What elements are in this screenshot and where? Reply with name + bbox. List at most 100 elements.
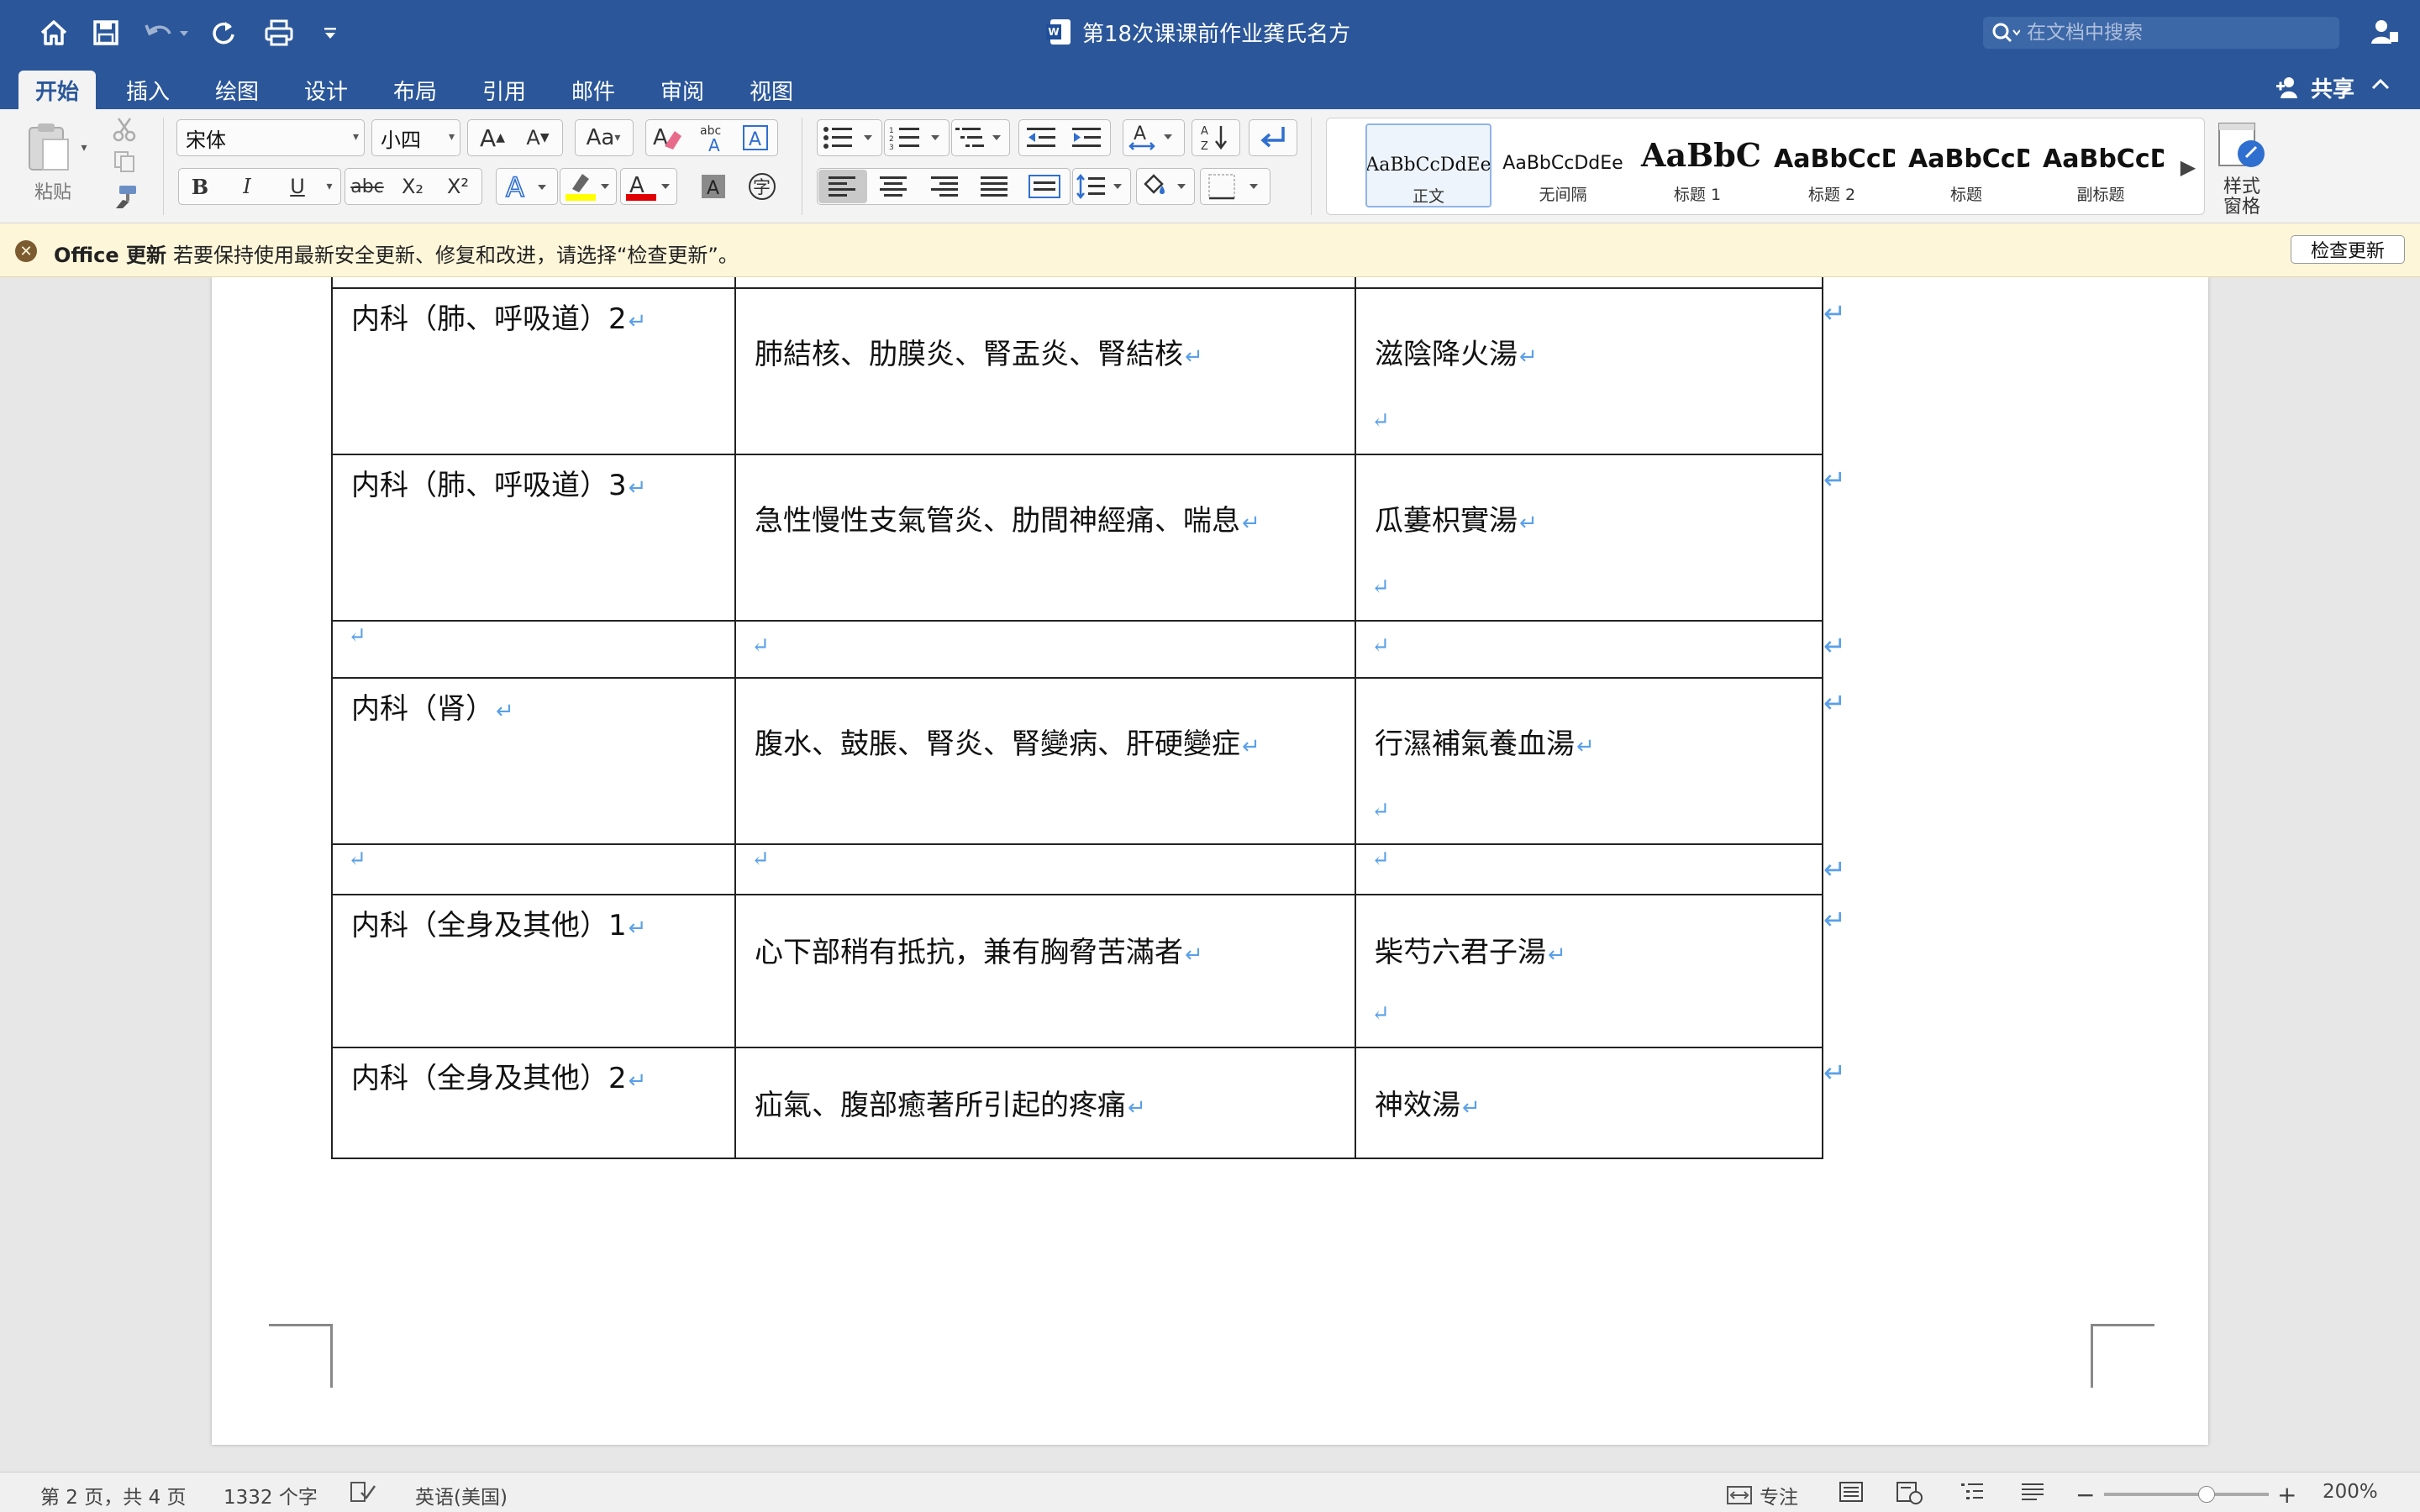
table-cell[interactable]: 神效湯↵ [1355,1047,1823,1159]
table-row[interactable]: 内科（肺、呼吸道）2↵ 肺結核、肋膜炎、腎盂炎、腎結核↵ 滋陰降火湯↵ ↵ [331,287,1823,455]
table-cell[interactable]: 瓜蔞枳實湯↵ ↵ [1355,454,1823,622]
table-row[interactable]: 内科（肾）↵ 腹水、鼓脹、腎炎、腎變病、肝硬變症↵ 行濕補氣養血湯↵ ↵ [331,677,1823,845]
paragraph-shading-icon[interactable] [1138,170,1193,203]
table-cell[interactable] [331,277,736,289]
underline-dropdown-icon[interactable]: ▾ [321,170,338,203]
search-box[interactable] [1983,17,2339,49]
table-cell[interactable]: 疝氣、腹部癒著所引起的疼痛↵ [734,1047,1356,1159]
font-color-icon[interactable]: A [622,170,676,203]
text-direction-icon[interactable]: A [1124,121,1183,155]
table-cell[interactable]: 内科（肾）↵ [331,677,736,845]
font-size-select[interactable]: 小四 ▾ [371,119,460,156]
save-icon[interactable] [89,15,123,50]
style-no-spacing[interactable]: AaBbCcDdEe 无间隔 [1500,123,1626,207]
text-effects-icon[interactable]: A [499,170,555,203]
table-cell[interactable]: 心下部稍有抵抗，兼有胸脅苦滿者↵ [734,894,1356,1048]
customize-toolbar-icon[interactable] [318,15,343,50]
numbering-icon[interactable]: 123 [886,121,948,155]
zoom-in-button[interactable]: + [2277,1481,2296,1509]
table-cell[interactable]: ↵ [331,620,736,679]
style-subtitle[interactable]: AaBbCcD 副标题 [2038,123,2164,207]
style-heading-2[interactable]: AaBbCcD 标题 2 [1769,123,1895,207]
enclose-characters-icon[interactable]: 字 [743,170,781,203]
sort-icon[interactable]: AZ [1193,121,1239,155]
print-layout-view-icon[interactable] [1839,1481,1864,1503]
show-paragraph-marks-icon[interactable] [1250,121,1296,155]
grow-font-button[interactable]: A ▲ [471,121,514,155]
table-cell[interactable]: 柴芍六君子湯↵ ↵ [1355,894,1823,1048]
search-input[interactable] [2027,22,2329,44]
table-cell[interactable]: ↵ [1355,843,1823,895]
tab-references[interactable]: 引用 [466,71,543,109]
decrease-indent-icon[interactable] [1020,121,1064,155]
table-cell[interactable]: ↵ [331,843,736,895]
superscript-button[interactable]: X² [437,170,479,203]
tab-draw[interactable]: 绘图 [198,71,276,109]
redo-icon[interactable] [207,15,240,50]
table-cell[interactable]: 滋陰降火湯↵ ↵ [1355,287,1823,455]
undo-icon[interactable] [141,15,192,50]
format-painter-icon[interactable] [108,180,141,213]
table-cell[interactable]: 内科（肺、呼吸道）3↵ [331,454,736,622]
character-border-icon[interactable]: A [736,121,775,155]
line-spacing-icon[interactable] [1074,170,1129,203]
increase-indent-icon[interactable] [1065,121,1109,155]
tab-insert[interactable]: 插入 [109,71,187,109]
check-update-button[interactable]: 检查更新 [2291,235,2405,264]
table-cell[interactable]: 内科（肺、呼吸道）2↵ [331,287,736,455]
table-cell[interactable]: 行濕補氣養血湯↵ ↵ [1355,677,1823,845]
tab-review[interactable]: 审阅 [644,71,721,109]
style-normal[interactable]: AaBbCcDdEe 正文 [1365,123,1491,207]
document-page[interactable]: 内科（肺、呼吸道）2↵ 肺結核、肋膜炎、腎盂炎、腎結核↵ 滋陰降火湯↵ ↵ 内科（… [212,277,2208,1445]
styles-more-icon[interactable]: ▶ [2175,150,2201,184]
table-row[interactable]: ↵ ↵ ↵ [331,843,1823,895]
table-row[interactable]: 内科（肺、呼吸道）3↵ 急性慢性支氣管炎、肋間神經痛、喘息↵ 瓜蔞枳實湯↵ ↵ [331,454,1823,622]
table-row[interactable] [331,277,1823,289]
underline-button[interactable]: U [274,170,321,203]
table-row[interactable]: 内科（全身及其他）2↵ 疝氣、腹部癒著所引起的疼痛↵ 神效湯↵ [331,1047,1823,1159]
shrink-font-button[interactable]: A ▼ [516,121,560,155]
distributed-icon[interactable] [1020,170,1069,203]
table-cell[interactable]: 腹水、鼓脹、腎炎、腎變病、肝硬變症↵ [734,677,1356,845]
close-icon[interactable]: ✕ [15,240,37,262]
tab-mailings[interactable]: 邮件 [555,71,632,109]
copy-icon[interactable] [108,146,141,176]
table-cell[interactable]: ↵ [1355,620,1823,679]
table-cell[interactable]: 肺結核、肋膜炎、腎盂炎、腎結核↵ [734,287,1356,455]
cut-icon[interactable] [108,113,141,146]
document-canvas[interactable]: 内科（肺、呼吸道）2↵ 肺結核、肋膜炎、腎盂炎、腎結核↵ 滋陰降火湯↵ ↵ 内科（… [0,277,2420,1472]
zoom-level[interactable]: 200% [2323,1481,2378,1503]
web-layout-view-icon[interactable] [1896,1481,1924,1504]
font-name-select[interactable]: 宋体 ▾ [176,119,365,156]
change-case-button[interactable]: Aa ▾ [576,121,630,155]
zoom-slider-thumb[interactable] [2198,1486,2215,1503]
style-heading-1[interactable]: AaBbCc 标题 1 [1634,123,1760,207]
paste-dropdown-icon[interactable]: ▾ [77,139,91,156]
account-icon[interactable] [2370,17,2400,47]
share-button[interactable]: 共享 [2275,71,2354,104]
table-cell[interactable]: 内科（全身及其他）1↵ [331,894,736,1048]
table-cell[interactable] [1355,277,1823,289]
paste-icon[interactable] [18,118,77,176]
collapse-ribbon-icon[interactable] [2371,72,2390,96]
tab-design[interactable]: 设计 [287,71,365,109]
tab-home[interactable]: 开始 [18,71,97,109]
justify-icon[interactable] [970,170,1018,203]
align-left-icon[interactable] [818,170,867,203]
align-right-icon[interactable] [919,170,968,203]
italic-button[interactable]: I [227,170,267,203]
table-cell[interactable] [734,277,1356,289]
page-count[interactable]: 第 2 页，共 4 页 [40,1481,187,1509]
draft-view-icon[interactable] [2020,1481,2045,1503]
phonetic-guide-icon[interactable]: abc A [692,121,734,155]
tab-layout[interactable]: 布局 [376,71,454,109]
tab-view[interactable]: 视图 [733,71,810,109]
styles-pane-icon[interactable] [2217,121,2267,171]
print-icon[interactable] [262,15,296,50]
table-cell[interactable]: ↵ [734,843,1356,895]
focus-mode-button[interactable]: 专注 [1726,1481,1798,1509]
proofing-icon[interactable] [350,1481,376,1503]
strikethrough-button[interactable]: abc [346,170,388,203]
table-cell[interactable]: 内科（全身及其他）2↵ [331,1047,736,1159]
bold-button[interactable]: B [180,170,220,203]
